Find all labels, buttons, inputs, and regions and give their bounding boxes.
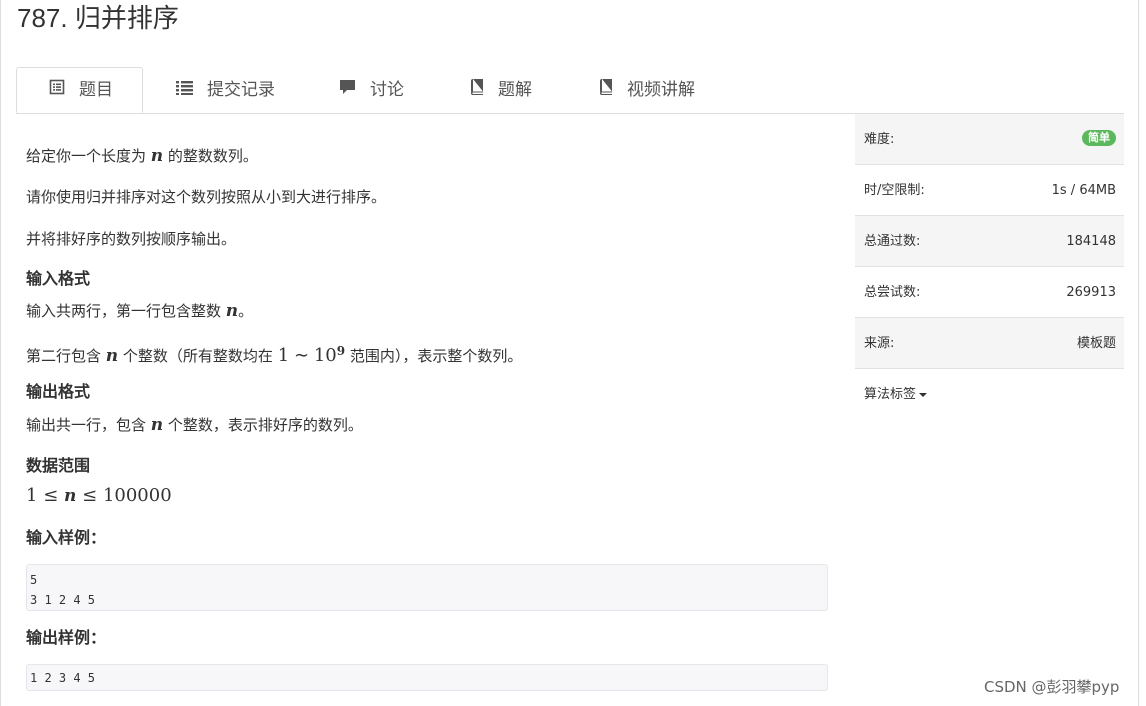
input-format-line: 第二行包含 n 个整数（所有整数均在 1 ∼ 109 范围内），表示整个数列。 bbox=[26, 344, 523, 366]
watermark: CSDN @彭羽攀pyp bbox=[984, 678, 1120, 696]
tab-video[interactable]: 视频讲解 bbox=[598, 67, 695, 113]
tab-discussion-label: 讨论 bbox=[370, 80, 404, 100]
tab-discussion[interactable]: 讨论 bbox=[339, 67, 404, 113]
page-title: 787. 归并排序 bbox=[17, 3, 179, 33]
attempts-label: 总尝试数: bbox=[864, 285, 921, 300]
problem-tabs: 题目 提交记录 讨论 题解 视频讲解 bbox=[16, 67, 1124, 114]
tab-submissions-label: 提交记录 bbox=[207, 80, 275, 100]
limit-value: 1s / 64MB bbox=[1051, 183, 1116, 198]
book-icon bbox=[598, 67, 613, 113]
data-range-formula: 1 ≤ n ≤ 100000 bbox=[26, 485, 172, 507]
math-var: n bbox=[225, 301, 239, 321]
input-format-heading: 输入格式 bbox=[26, 269, 91, 288]
tab-solutions-label: 题解 bbox=[498, 80, 532, 100]
limit-label: 时/空限制: bbox=[864, 183, 925, 198]
input-format-line: 输入共两行，第一行包含整数 n。 bbox=[26, 301, 254, 321]
math-var: n bbox=[150, 415, 164, 435]
difficulty-row: 难度: 简单 bbox=[855, 114, 1124, 165]
math-number: 1 bbox=[277, 345, 290, 366]
right-border bbox=[1138, 0, 1139, 706]
list-alt-icon bbox=[49, 68, 65, 112]
book-icon bbox=[469, 67, 484, 113]
sample-input-block[interactable]: 5 3 1 2 4 5 bbox=[26, 564, 828, 611]
left-border bbox=[0, 0, 1, 706]
tab-problem-label: 题目 bbox=[79, 80, 113, 100]
data-range-heading: 数据范围 bbox=[26, 456, 91, 475]
math-var: n bbox=[105, 346, 119, 366]
sample-input-heading: 输入样例： bbox=[26, 528, 107, 547]
accepted-value: 184148 bbox=[1066, 234, 1116, 249]
accepted-row: 总通过数: 184148 bbox=[855, 216, 1124, 267]
comment-icon bbox=[339, 67, 356, 113]
math-exponent: 9 bbox=[336, 344, 346, 358]
limit-row: 时/空限制: 1s / 64MB bbox=[855, 165, 1124, 216]
attempts-row: 总尝试数: 269913 bbox=[855, 267, 1124, 318]
source-row: 来源: 模板题 bbox=[855, 318, 1124, 369]
sample-output-heading: 输出样例： bbox=[26, 628, 107, 647]
output-format-line: 输出共一行，包含 n 个整数，表示排好序的数列。 bbox=[26, 415, 363, 435]
sample-output-block[interactable]: 1 2 3 4 5 bbox=[26, 664, 828, 691]
math-symbol: ∼ bbox=[293, 345, 310, 366]
tab-problem[interactable]: 题目 bbox=[16, 67, 143, 113]
difficulty-label: 难度: bbox=[864, 132, 895, 147]
accepted-label: 总通过数: bbox=[864, 234, 921, 249]
caret-down-icon bbox=[919, 392, 928, 397]
statement-paragraph: 并将排好序的数列按顺序输出。 bbox=[26, 230, 237, 248]
math-var: n bbox=[150, 146, 164, 166]
difficulty-badge: 简单 bbox=[1082, 130, 1116, 146]
tags-row[interactable]: 算法标签 bbox=[855, 369, 1124, 420]
tags-toggle[interactable]: 算法标签 bbox=[864, 369, 928, 420]
statement-paragraph: 给定你一个长度为 n 的整数数列。 bbox=[26, 146, 258, 166]
statement-paragraph: 请你使用归并排序对这个数列按照从小到大进行排序。 bbox=[26, 188, 387, 206]
output-format-heading: 输出格式 bbox=[26, 382, 91, 401]
list-icon bbox=[176, 67, 193, 113]
tab-video-label: 视频讲解 bbox=[627, 80, 695, 100]
source-label: 来源: bbox=[864, 336, 895, 351]
attempts-value: 269913 bbox=[1066, 285, 1116, 300]
tab-solutions[interactable]: 题解 bbox=[469, 67, 532, 113]
math-var: n bbox=[64, 486, 77, 506]
tab-submissions[interactable]: 提交记录 bbox=[176, 67, 275, 113]
math-number: 10 bbox=[313, 345, 337, 366]
source-value[interactable]: 模板题 bbox=[1077, 318, 1116, 369]
